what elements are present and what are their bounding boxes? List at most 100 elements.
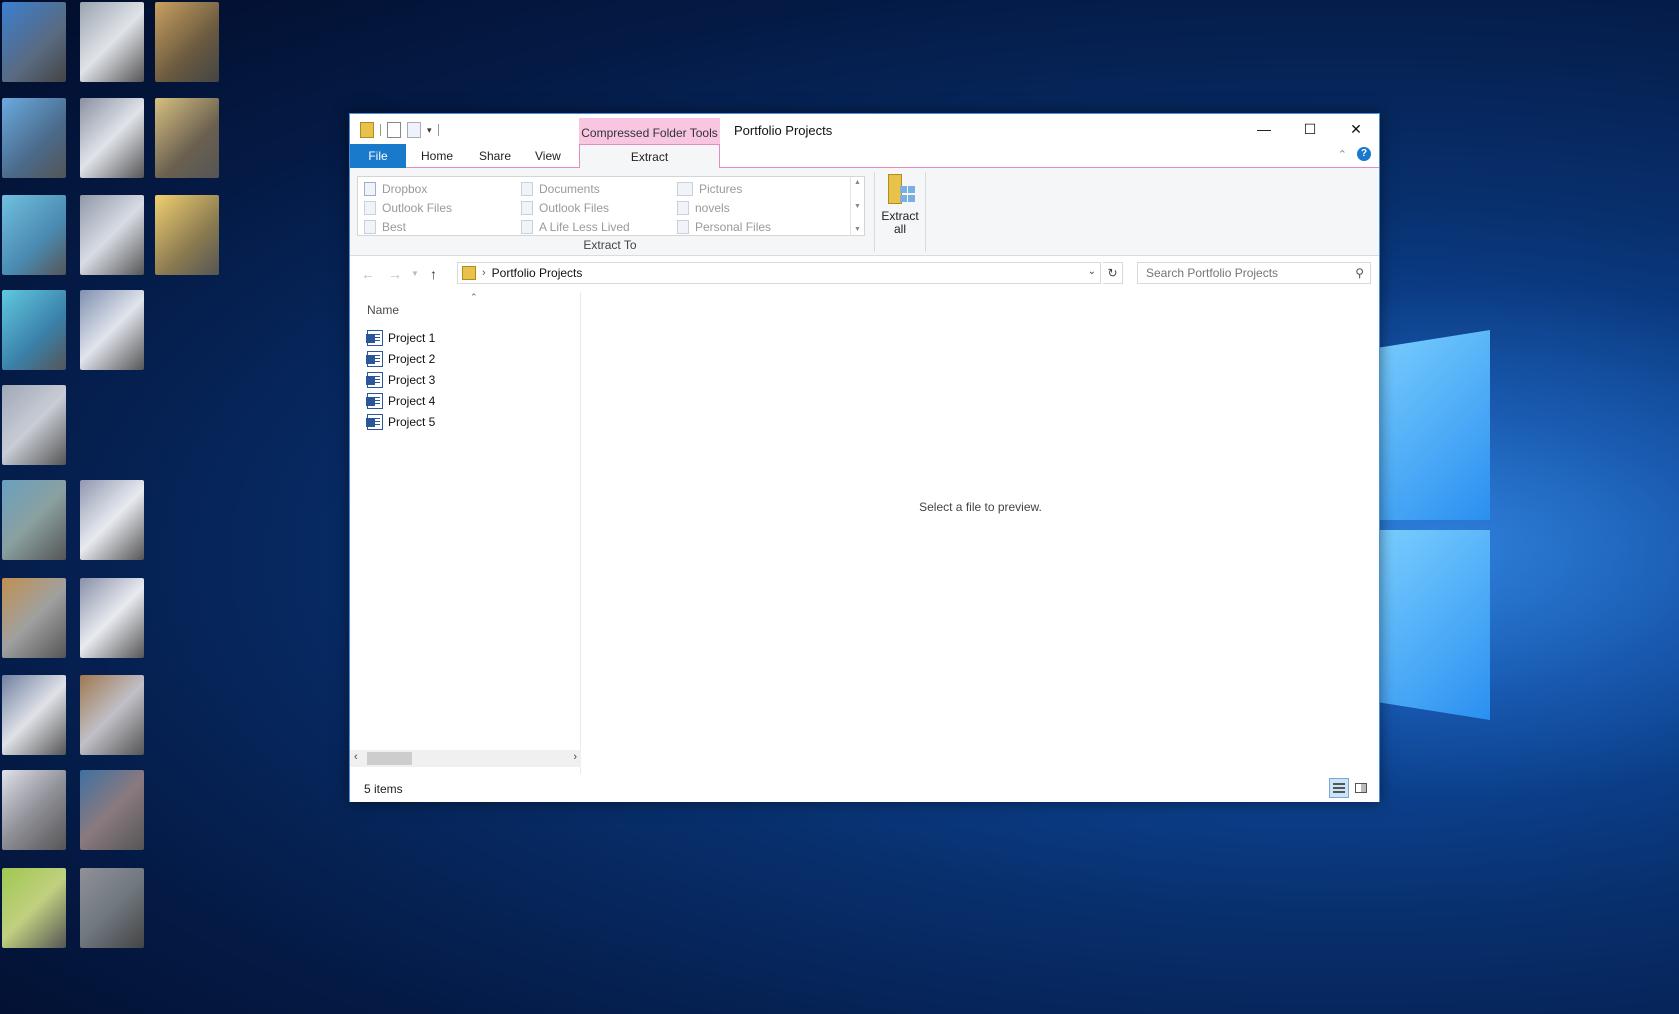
address-box[interactable]: › Portfolio Projects ⌄ (457, 262, 1101, 284)
extract-to-item[interactable]: Dropbox (364, 180, 427, 198)
desktop-icon[interactable] (2, 2, 66, 82)
ribbon-help-area: ⌃ ? (1338, 147, 1371, 161)
horizontal-scrollbar[interactable]: ‹ › (350, 750, 581, 767)
extract-to-item[interactable]: A Life Less Lived (521, 218, 630, 236)
search-icon[interactable]: ⚲ (1355, 266, 1364, 280)
desktop-icon[interactable] (2, 578, 66, 658)
desktop-icon[interactable] (2, 195, 66, 275)
refresh-button[interactable]: ↻ (1103, 262, 1123, 284)
large-icons-view-icon (1355, 783, 1367, 793)
file-list-pane: ⌃ Name Project 1 Project 2 Project 3 Pro… (350, 292, 581, 774)
scroll-down-icon[interactable]: ▼ (854, 203, 861, 210)
search-input[interactable] (1146, 266, 1336, 280)
group-separator (874, 172, 875, 252)
desktop-icon[interactable] (80, 868, 144, 948)
extract-to-label: Outlook Files (539, 201, 610, 215)
desktop-icon[interactable] (155, 195, 219, 275)
large-icons-view-button[interactable] (1351, 778, 1371, 798)
tab-home[interactable]: Home (408, 144, 466, 168)
desktop-icon[interactable] (2, 98, 66, 178)
word-document-icon (366, 329, 383, 346)
desktop-icon[interactable] (2, 675, 66, 755)
details-view-button[interactable] (1329, 778, 1349, 798)
folder-icon (521, 201, 533, 215)
desktop-icon[interactable] (155, 98, 219, 178)
search-box[interactable]: ⚲ (1137, 262, 1371, 284)
scroll-up-icon[interactable]: ▲ (854, 179, 861, 186)
tab-file[interactable]: File (350, 144, 406, 168)
desktop-icon[interactable] (80, 480, 144, 560)
close-button[interactable]: ✕ (1333, 114, 1379, 144)
customize-toolbar-icon[interactable]: ▾ (427, 125, 432, 136)
column-header-name[interactable]: Name (367, 303, 399, 317)
properties-icon[interactable] (387, 122, 401, 138)
windows-logo-lower-pane (1370, 530, 1490, 720)
desktop-icon[interactable] (155, 2, 219, 82)
file-name: Project 5 (388, 414, 436, 429)
desktop-icon[interactable] (80, 2, 144, 82)
separator (437, 124, 439, 136)
folder-icon (677, 220, 689, 234)
list-item[interactable]: Project 5 (366, 411, 436, 432)
extract-to-item[interactable]: Personal Files (677, 218, 771, 236)
extract-all-button[interactable]: Extract all (880, 174, 920, 236)
breadcrumb-item[interactable]: Portfolio Projects (492, 266, 583, 280)
up-arrow-icon[interactable]: ↑ (430, 266, 437, 282)
desktop-icon[interactable] (2, 868, 66, 948)
desktop-icon[interactable] (2, 480, 66, 560)
sort-indicator-icon: ⌃ (470, 292, 478, 302)
help-icon[interactable]: ? (1357, 147, 1371, 161)
list-item[interactable]: Project 2 (366, 348, 435, 369)
maximize-button[interactable]: ☐ (1287, 114, 1333, 144)
list-item[interactable]: Project 3 (366, 369, 435, 390)
extract-to-item[interactable]: Best (364, 218, 406, 236)
extract-to-item[interactable]: Outlook Files (364, 199, 452, 217)
minimize-ribbon-icon[interactable]: ⌃ (1338, 148, 1347, 161)
desktop-icon[interactable] (2, 385, 66, 465)
minimize-button[interactable]: — (1241, 114, 1287, 144)
extract-to-item[interactable]: Pictures (677, 180, 742, 198)
desktop-icon[interactable] (80, 675, 144, 755)
new-folder-icon[interactable] (407, 122, 421, 138)
scroll-left-icon[interactable]: ‹ (354, 751, 358, 763)
preview-pane: Select a file to preview. (582, 292, 1379, 774)
desktop-icon[interactable] (80, 195, 144, 275)
title-bar[interactable]: ▾ Compressed Folder Tools Portfolio Proj… (350, 114, 1379, 148)
extract-to-item[interactable]: novels (677, 199, 730, 217)
quick-access-toolbar: ▾ (360, 122, 439, 138)
item-count: 5 items (364, 782, 403, 796)
gallery-expand-icon[interactable]: ▼ (854, 226, 861, 233)
tab-extract[interactable]: Extract (579, 144, 720, 169)
chevron-down-icon[interactable]: ⌄ (1088, 266, 1096, 277)
zip-folder-icon (462, 266, 476, 280)
scroll-right-icon[interactable]: › (573, 751, 577, 763)
desktop-icon[interactable] (2, 290, 66, 370)
recent-locations-icon[interactable]: ▼ (411, 269, 419, 278)
status-bar: 5 items (350, 774, 1379, 802)
extract-to-label: Documents (539, 182, 600, 196)
desktop-icon[interactable] (2, 770, 66, 850)
desktop-icon[interactable] (80, 98, 144, 178)
desktop-icon[interactable] (80, 290, 144, 370)
extract-to-item[interactable]: Outlook Files (521, 199, 609, 217)
list-item[interactable]: Project 1 (366, 327, 435, 348)
list-item[interactable]: Project 4 (366, 390, 435, 411)
desktop-icon[interactable] (80, 578, 144, 658)
forward-arrow-icon[interactable]: → (388, 266, 402, 282)
scrollbar-thumb[interactable] (367, 752, 412, 765)
tab-share[interactable]: Share (466, 144, 524, 168)
extract-all-label-2: all (893, 222, 906, 236)
pictures-icon (677, 182, 693, 196)
desktop-icon[interactable] (80, 770, 144, 850)
extract-to-label: Outlook Files (382, 201, 453, 215)
gallery-scrollbar[interactable]: ▲ ▼ ▼ (850, 177, 864, 235)
tab-view[interactable]: View (522, 144, 574, 168)
dropbox-icon (364, 182, 376, 196)
extract-to-item[interactable]: Documents (521, 180, 600, 198)
back-arrow-icon[interactable]: ← (361, 266, 375, 282)
ribbon-tabs: File Home Share View Extract (350, 144, 1379, 169)
group-separator (925, 172, 926, 252)
extract-to-gallery: Dropbox Outlook Files Best Documents Out… (357, 176, 865, 236)
view-switcher (1329, 778, 1371, 798)
breadcrumb-chevron-icon[interactable]: › (482, 267, 486, 279)
